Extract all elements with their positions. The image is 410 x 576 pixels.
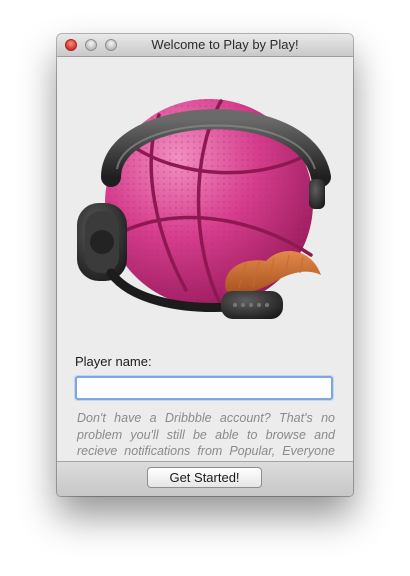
player-name-label: Player name: bbox=[75, 354, 152, 369]
minimize-window-button[interactable] bbox=[85, 39, 97, 51]
title-bar[interactable]: Welcome to Play by Play! bbox=[57, 34, 353, 57]
close-window-button[interactable] bbox=[65, 39, 77, 51]
window-footer: Get Started! bbox=[57, 461, 353, 496]
window-title: Welcome to Play by Play! bbox=[151, 37, 299, 52]
dribbble-mascot-icon bbox=[77, 99, 331, 319]
get-started-button[interactable]: Get Started! bbox=[147, 467, 262, 488]
player-name-input[interactable] bbox=[75, 376, 333, 400]
zoom-window-button[interactable] bbox=[105, 39, 117, 51]
window-content: Player name: Don't have a Dribbble accou… bbox=[57, 57, 353, 475]
welcome-window: Welcome to Play by Play! Player name: Do… bbox=[57, 34, 353, 496]
